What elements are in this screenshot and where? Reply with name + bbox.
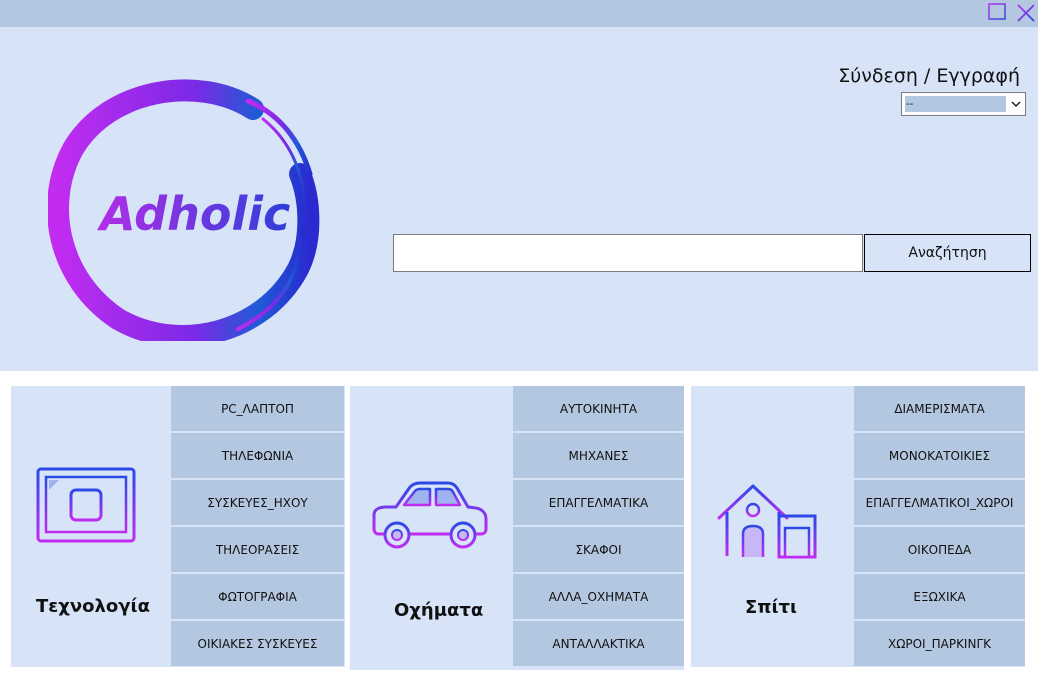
subcategory-button[interactable]: ΕΞΩΧΙΚΑ [854,574,1025,619]
minimize-icon[interactable] [986,2,1008,24]
login-register-link[interactable]: Σύνδεση / Εγγραφή [838,65,1020,87]
chevron-down-icon [1011,101,1021,108]
subcategory-button[interactable]: ΑΥΤΟΚΙΝΗΤΑ [513,386,684,431]
category-card-home: Σπίτι ΔΙΑΜΕΡΙΣΜΑΤΑ ΜΟΝΟΚΑΤΟΙΚΙΕΣ ΕΠΑΓΓΕΛ… [691,386,1025,667]
login-select-value: -- [905,96,1006,112]
subcategory-button[interactable]: ΣΚΑΦΟΙ [513,527,684,572]
logo: Adholic [47,79,328,348]
subcategory-button[interactable]: ΟΙΚΙΑΚΕΣ ΣΥΣΚΕΥΕΣ [171,621,344,666]
subcategory-button[interactable]: ΔΙΑΜΕΡΙΣΜΑΤΑ [854,386,1025,431]
login-select[interactable]: -- [901,92,1026,116]
subcategory-button[interactable]: ΜΟΝΟΚΑΤΟΙΚΙΕΣ [854,433,1025,478]
house-icon[interactable] [717,482,819,567]
category-card-vehicles: Οχήματα ΑΥΤΟΚΙΝΗΤΑ ΜΗΧΑΝΕΣ ΕΠΑΓΓΕΛΜΑΤΙΚΑ… [350,386,684,670]
subcategory-button[interactable]: ΕΠΑΓΓΕΛΜΑΤΙΚΟΙ_ΧΩΡΟΙ [854,480,1025,525]
subcategory-button[interactable]: ΦΩΤΟΓΡΑΦΙΑ [171,574,344,619]
logo-text: Adholic [97,187,290,241]
subcategory-button[interactable]: ΧΩΡΟΙ_ΠΑΡΚΙΝΓΚ [854,621,1025,666]
category-title-vehicles[interactable]: Οχήματα [394,600,483,621]
car-icon[interactable] [368,481,490,560]
title-bar [0,0,1038,27]
search-input[interactable] [393,234,863,272]
category-card-technology: Τεχνολογία PC_ΛΑΠΤΟΠ ΤΗΛΕΦΩΝΙΑ ΣΥΣΚΕΥΕΣ_… [11,386,345,667]
subcategory-button[interactable]: ΜΗΧΑΝΕΣ [513,433,684,478]
subcategory-button[interactable]: PC_ΛΑΠΤΟΠ [171,386,344,431]
subcategory-button[interactable]: ΟΙΚΟΠΕΔΑ [854,527,1025,572]
subcategory-button[interactable]: ΣΥΣΚΕΥΕΣ_ΗΧΟΥ [171,480,344,525]
search-button[interactable]: Αναζήτηση [864,234,1031,272]
category-title-home[interactable]: Σπίτι [745,597,797,618]
close-icon[interactable] [1015,2,1037,24]
subcategory-button[interactable]: ΤΗΛΕΦΩΝΙΑ [171,433,344,478]
monitor-icon[interactable] [35,466,137,571]
subcategory-button[interactable]: ΑΛΛΑ_ΟΧΗΜΑΤΑ [513,574,684,619]
header-panel: Adholic Σύνδεση / Εγγραφή -- Αναζήτηση [0,27,1038,371]
category-title-technology[interactable]: Τεχνολογία [36,596,150,617]
subcategory-button[interactable]: ΕΠΑΓΓΕΛΜΑΤΙΚΑ [513,480,684,525]
subcategory-button[interactable]: ΑΝΤΑΛΛΑΚΤΙΚΑ [513,621,684,666]
subcategory-button[interactable]: ΤΗΛΕΟΡΑΣΕΙΣ [171,527,344,572]
